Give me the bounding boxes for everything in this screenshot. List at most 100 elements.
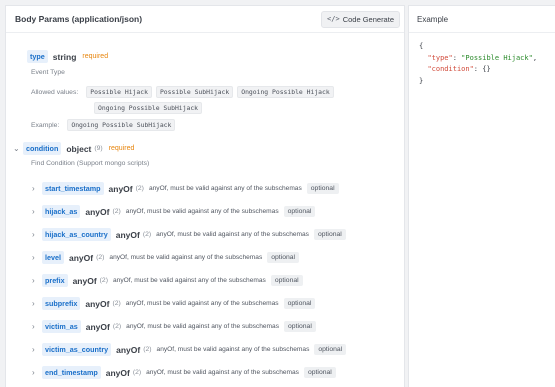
example-row: Example: Ongoing Possible SubHijack [31,119,176,131]
optional-badge: optional [314,344,347,355]
param-name: start_timestamp [42,182,104,195]
child-param-row[interactable]: › victim_as anyOf (2) anyOf, must be val… [32,320,316,333]
child-param-row[interactable]: › victim_as_country anyOf (2) anyOf, mus… [32,343,347,356]
param-count: (2) [142,231,152,238]
anyof-description: anyOf, must be valid against any of the … [126,323,280,330]
param-type: anyOf [105,367,130,378]
code-generate-button[interactable]: </> Code Generate [321,10,400,28]
chevron-right-icon[interactable]: › [32,207,42,216]
json-key: "type" [427,53,453,62]
child-param-row[interactable]: › start_timestamp anyOf (2) anyOf, must … [32,182,339,195]
param-type: anyOf [108,183,133,194]
param-type-description-row: Event Type [31,69,65,76]
param-description: Event Type [31,69,65,76]
param-count: (2) [143,346,152,353]
anyof-description: anyOf, must be valid against any of the … [148,185,302,192]
optional-badge: optional [313,229,346,240]
optional-badge: optional [303,367,336,378]
anyof-description: anyOf, must be valid against any of the … [156,346,310,353]
example-header: Example [409,6,555,33]
anyof-description: anyOf, must be valid against any of the … [112,277,266,284]
chevron-right-icon[interactable]: › [32,368,42,377]
param-count: (2) [135,185,144,192]
optional-badge: optional [283,206,316,217]
allowed-value-chip: Possible Hijack [86,86,152,98]
anyof-description: anyOf, must be valid against any of the … [125,300,279,307]
chevron-right-icon[interactable]: › [32,345,42,354]
param-count: (2) [99,277,108,284]
example-code-block: { "type": "Possible Hijack", "condition"… [419,42,538,85]
param-type: anyOf [85,321,110,332]
param-count: (2) [112,300,121,307]
allowed-values-row: Allowed values: Possible Hijack Possible… [31,86,334,98]
code-line: { [419,42,424,50]
param-name: victim_as_country [42,343,112,356]
optional-badge: optional [283,298,316,309]
anyof-description: anyOf, must be valid against any of the … [109,254,263,261]
allowed-value-chip: Ongoing Possible Hijack [237,86,334,98]
param-condition-description-row: Find Condition (Support mongo scripts) [31,160,149,167]
param-type-header: type string required [27,50,108,63]
optional-badge: optional [306,183,339,194]
child-param-row[interactable]: › end_timestamp anyOf (2) anyOf, must be… [32,366,336,379]
param-name: subprefix [42,297,81,310]
param-condition-header[interactable]: ⌄ condition object (9) required [13,142,134,155]
example-value-chip: Ongoing Possible SubHijack [67,119,176,131]
chevron-right-icon[interactable]: › [32,184,42,193]
child-param-row[interactable]: › subprefix anyOf (2) anyOf, must be val… [32,297,316,310]
optional-badge: optional [270,275,303,286]
param-name: victim_as [42,320,81,333]
param-type: string [52,51,77,62]
required-badge: required [82,53,109,60]
param-count: (2) [112,208,121,215]
required-badge: required [108,145,135,152]
chevron-right-icon[interactable]: › [32,253,42,262]
child-param-row[interactable]: › hijack_as_country anyOf (2) anyOf, mus… [32,228,346,241]
json-object-value: {} [482,65,491,73]
allowed-value-chip: Possible SubHijack [155,86,234,98]
chevron-right-icon[interactable]: › [32,322,42,331]
allowed-value-chip: Ongoing Possible SubHijack [94,102,203,114]
anyof-description: anyOf, must be valid against any of the … [156,231,309,238]
example-title: Example [417,14,449,24]
optional-badge: optional [284,321,316,332]
child-param-row[interactable]: › prefix anyOf (2) anyOf, must be valid … [32,274,303,287]
param-count: (2) [112,323,122,330]
param-name: level [42,251,64,264]
chevron-down-icon[interactable]: ⌄ [13,144,23,153]
allowed-values-row-2: Ongoing Possible SubHijack [90,102,203,114]
json-key: "condition" [427,65,474,73]
param-type: anyOf [85,298,110,309]
param-count: (2) [96,254,105,261]
param-name: type [27,50,48,63]
body-params-panel: Body Params (application/json) </> Code … [5,5,405,387]
anyof-description: anyOf, must be valid against any of the … [146,369,299,376]
chevron-right-icon[interactable]: › [32,299,42,308]
optional-badge: optional [267,252,300,263]
example-panel: Example { "type": "Possible Hijack", "co… [408,5,555,387]
child-param-row[interactable]: › level anyOf (2) anyOf, must be valid a… [32,251,300,264]
allowed-values-label: Allowed values: [31,88,79,96]
param-name: end_timestamp [42,366,101,379]
body-params-title: Body Params (application/json) [15,14,143,24]
param-count: (2) [132,369,142,376]
example-label: Example: [31,121,60,129]
param-type: anyOf [85,206,110,217]
param-type: object [66,143,92,154]
child-param-row[interactable]: › hijack_as anyOf (2) anyOf, must be val… [32,205,316,218]
param-type: anyOf [69,252,94,263]
chevron-right-icon[interactable]: › [32,276,42,285]
code-icon: </> [327,15,340,23]
param-type: anyOf [115,229,140,240]
param-name: condition [23,142,62,155]
json-string-value: "Possible Hijack" [461,53,533,62]
param-name: hijack_as [42,205,81,218]
body-params-header: Body Params (application/json) </> Code … [6,6,404,33]
param-description: Find Condition (Support mongo scripts) [31,160,150,167]
chevron-right-icon[interactable]: › [32,230,42,239]
anyof-description: anyOf, must be valid against any of the … [125,208,279,215]
code-line: } [419,76,424,85]
code-generate-label: Code Generate [342,14,394,24]
param-count: (9) [94,145,103,152]
param-type: anyOf [72,275,97,286]
